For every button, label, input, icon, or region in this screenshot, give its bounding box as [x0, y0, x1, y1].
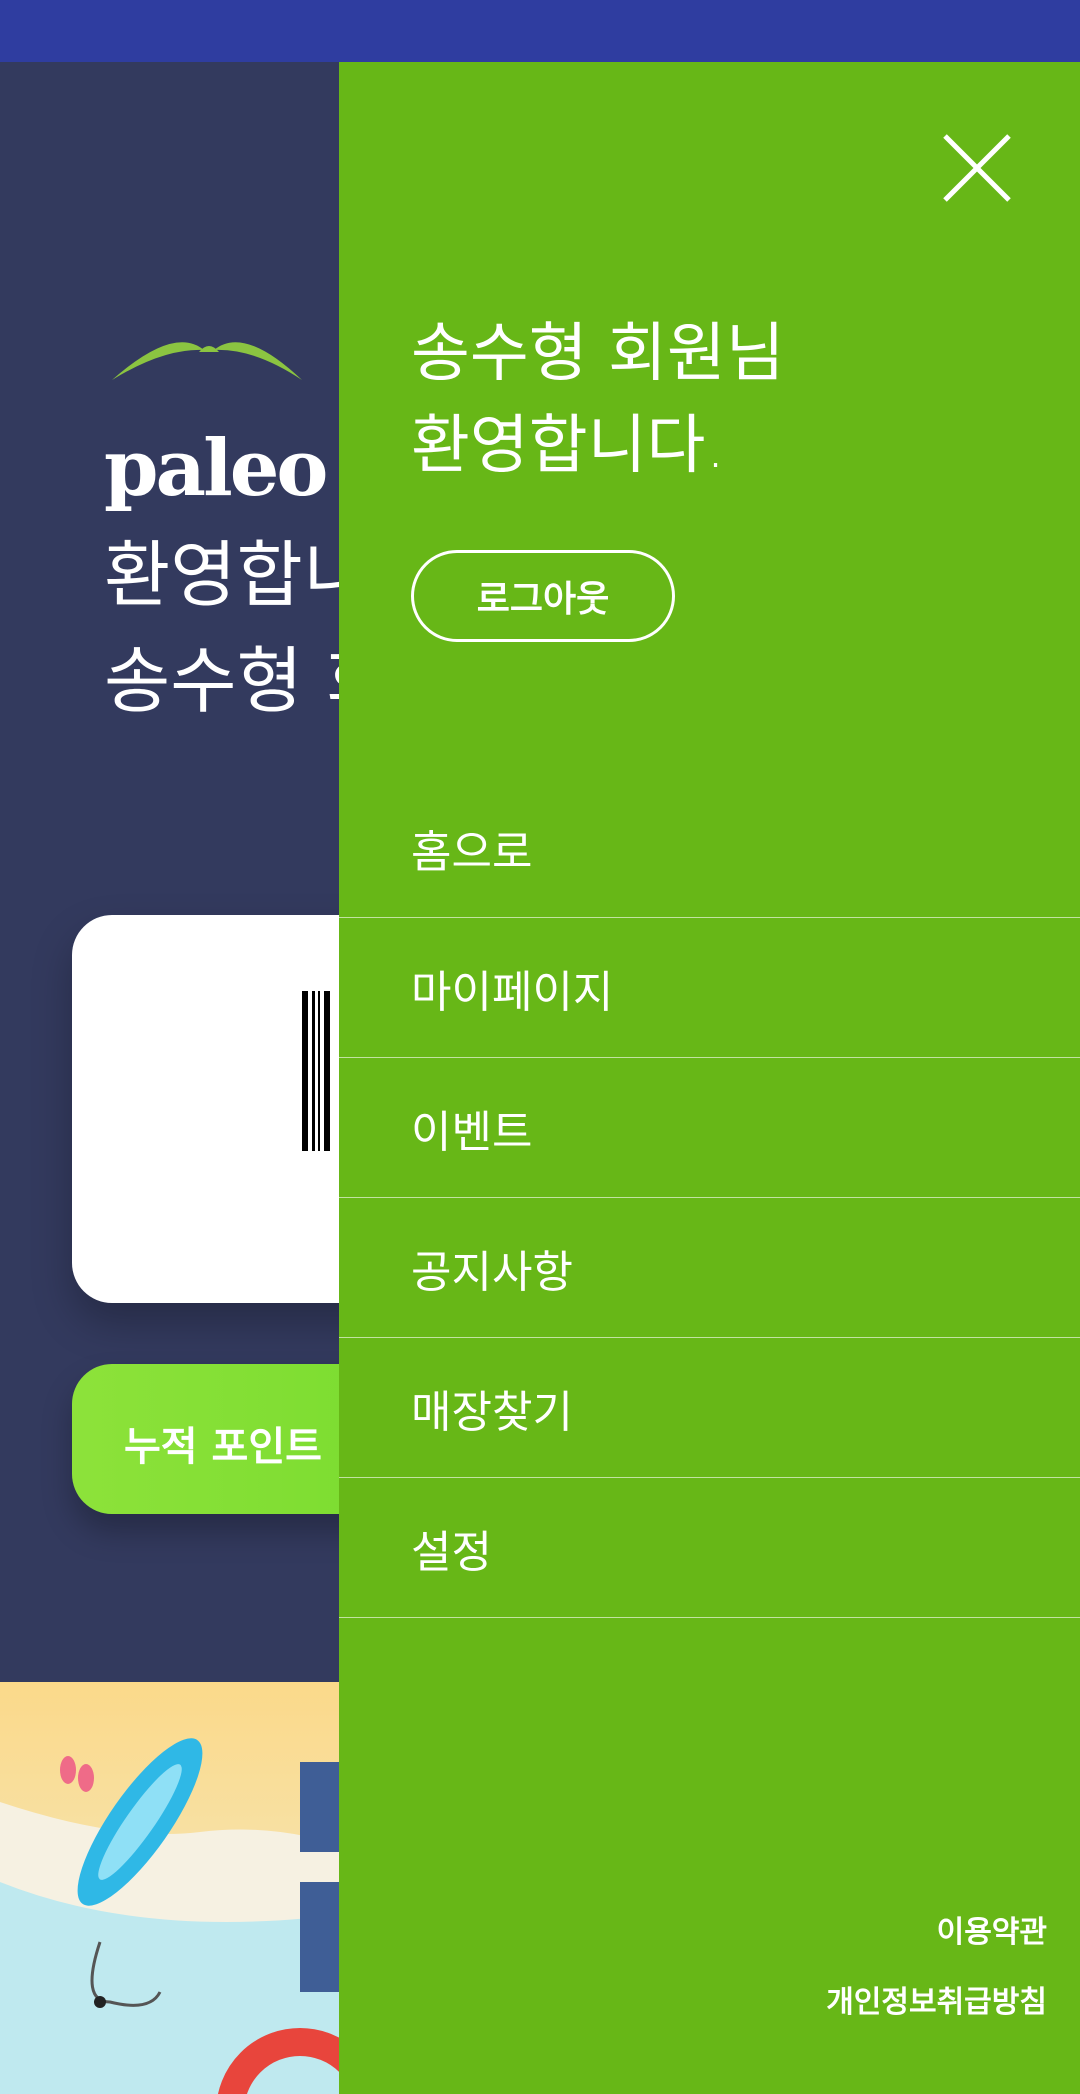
privacy-policy-link[interactable]: 개인정보취급방침 [826, 1968, 1047, 2038]
terms-link[interactable]: 이용약관 [826, 1898, 1047, 1968]
drawer-menu: 홈으로 마이페이지 이벤트 공지사항 매장찾기 설정 [339, 778, 1080, 1618]
close-icon [943, 134, 1011, 202]
menu-item-events[interactable]: 이벤트 [339, 1058, 1080, 1198]
logo-text: paleo [104, 423, 328, 514]
status-bar [0, 0, 1080, 62]
navigation-drawer: 송수형 회원님 환영합니다. 로그아웃 홈으로 마이페이지 이벤트 공지사항 매… [339, 62, 1080, 2094]
footer-links: 이용약관 개인정보취급방침 [826, 1898, 1047, 2038]
paleo-logo: paleo [104, 330, 328, 520]
greeting-line-1: 송수형 회원님 [411, 317, 785, 391]
logout-button[interactable]: 로그아웃 [411, 550, 675, 642]
menu-item-settings[interactable]: 설정 [339, 1478, 1080, 1618]
greeting-text: 송수형 회원님 환영합니다. [411, 308, 785, 492]
leaf-icon [112, 342, 302, 380]
menu-item-home[interactable]: 홈으로 [339, 778, 1080, 918]
close-button[interactable] [937, 128, 1017, 208]
menu-item-mypage[interactable]: 마이페이지 [339, 918, 1080, 1058]
menu-item-store-finder[interactable]: 매장찾기 [339, 1338, 1080, 1478]
menu-item-notices[interactable]: 공지사항 [339, 1198, 1080, 1338]
banner-illustration [0, 1738, 360, 2094]
greeting-line-2: 환영합니다. [411, 409, 726, 483]
points-label: 누적 포인트 [124, 1424, 322, 1470]
